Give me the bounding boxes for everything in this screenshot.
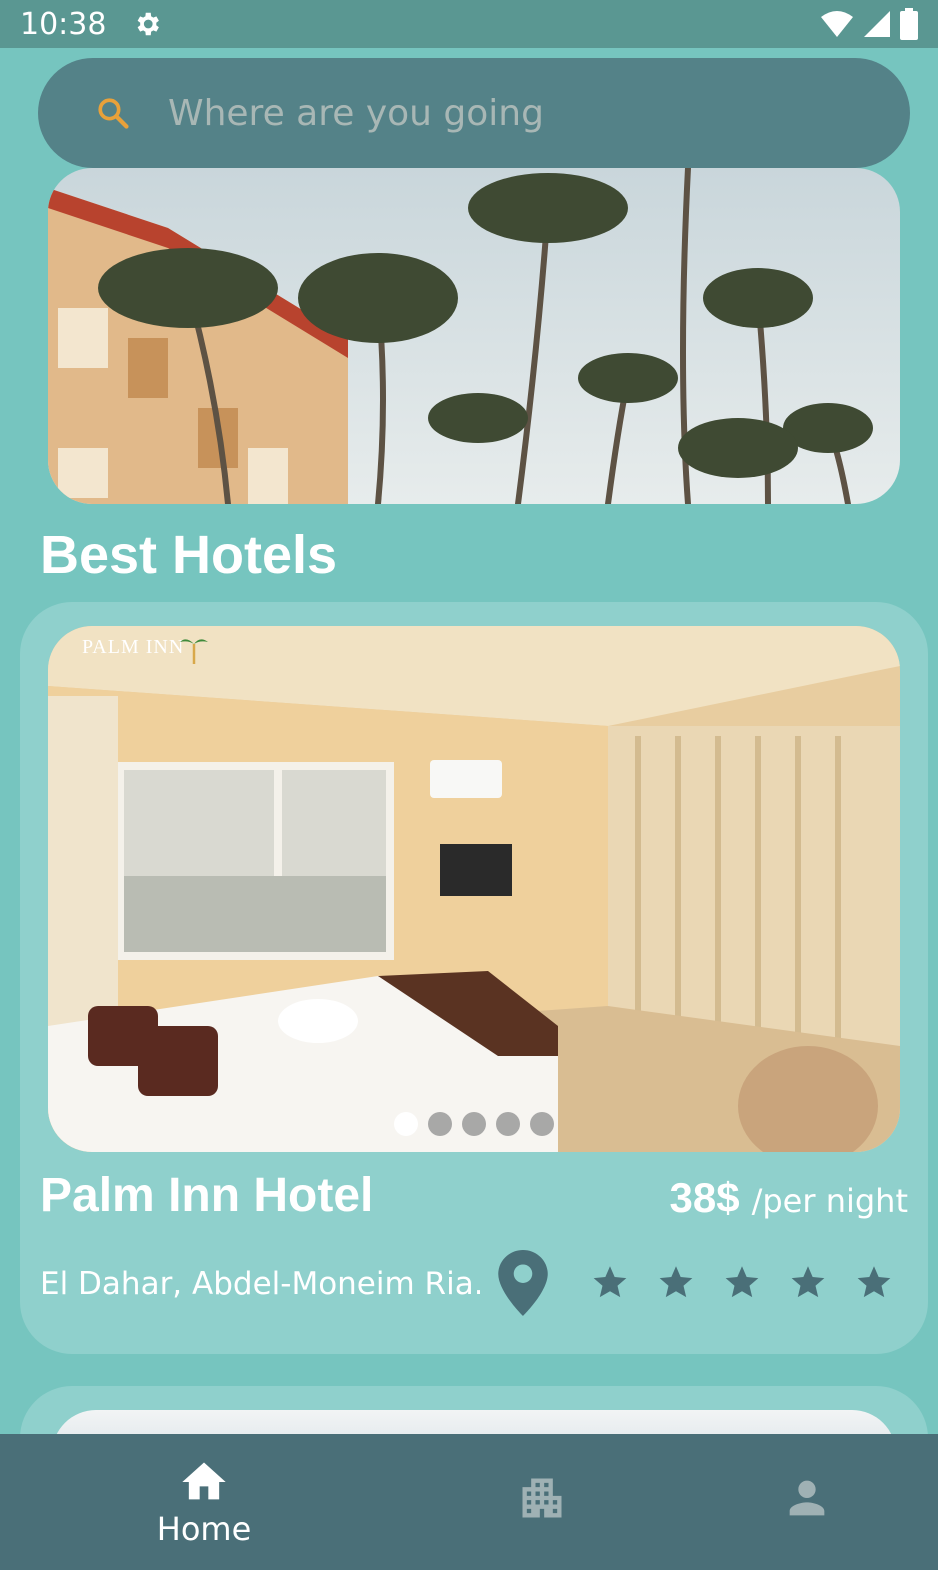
nav-label-home: Home bbox=[156, 1510, 252, 1548]
search-input[interactable]: Where are you going bbox=[168, 93, 544, 134]
section-title: Best Hotels bbox=[40, 525, 338, 585]
gear-icon bbox=[138, 12, 160, 36]
pagination-dot[interactable] bbox=[428, 1112, 452, 1136]
price-unit: /per night bbox=[751, 1182, 908, 1220]
star-icon bbox=[659, 1266, 693, 1298]
star-icon bbox=[725, 1266, 759, 1298]
pagination-dot[interactable] bbox=[462, 1112, 486, 1136]
hotel-card[interactable]: PALM INN Palm Inn Hotel 38$ /per night E… bbox=[20, 602, 928, 1354]
status-time: 10:38 bbox=[20, 6, 107, 42]
star-icon bbox=[857, 1266, 891, 1298]
pagination-dot[interactable] bbox=[530, 1112, 554, 1136]
pagination-dot[interactable] bbox=[394, 1112, 418, 1136]
search-bar[interactable]: Where are you going bbox=[38, 58, 910, 168]
star-icon bbox=[593, 1266, 627, 1298]
status-bar: 10:38 bbox=[0, 0, 938, 48]
hotel-address: El Dahar, Abdel-Moneim Ria... bbox=[40, 1266, 480, 1302]
nav-item-profile[interactable] bbox=[676, 1434, 938, 1570]
hotel-name: Palm Inn Hotel bbox=[40, 1169, 374, 1222]
photo-logo: PALM INN bbox=[82, 636, 185, 658]
wifi-icon bbox=[821, 11, 853, 37]
signal-icon bbox=[864, 11, 890, 37]
person-icon bbox=[789, 1480, 825, 1516]
home-icon bbox=[182, 1462, 226, 1500]
search-icon bbox=[98, 98, 129, 129]
hotel-photo[interactable]: PALM INN bbox=[48, 626, 900, 1152]
nav-item-home[interactable]: Home bbox=[0, 1434, 408, 1570]
price-value: 38$ bbox=[669, 1174, 740, 1221]
hotel-building-icon bbox=[522, 1478, 562, 1518]
location-pin-icon[interactable] bbox=[498, 1250, 548, 1316]
palm-logo-icon bbox=[180, 639, 208, 664]
hotel-price: 38$ /per night bbox=[670, 1174, 909, 1222]
bottom-nav: Home bbox=[0, 1434, 938, 1570]
battery-icon bbox=[900, 8, 918, 40]
banner-image[interactable] bbox=[48, 168, 900, 504]
photo-pagination[interactable] bbox=[48, 1112, 900, 1136]
star-icon bbox=[791, 1266, 825, 1298]
pagination-dot[interactable] bbox=[496, 1112, 520, 1136]
nav-item-hotels[interactable] bbox=[408, 1434, 676, 1570]
star-rating bbox=[592, 1264, 892, 1300]
